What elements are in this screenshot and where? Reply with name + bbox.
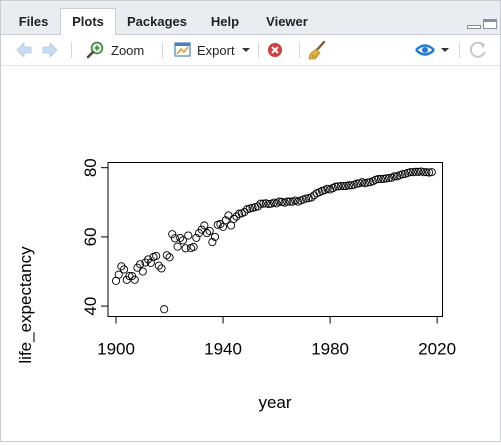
tab-files[interactable]: Files (7, 8, 60, 34)
x-axis: 1900 1940 1980 2020 (97, 316, 456, 359)
data-point (173, 242, 182, 251)
toolbar-separator (162, 42, 163, 58)
maximize-icon[interactable] (483, 19, 497, 30)
forward-arrow-icon[interactable] (39, 39, 61, 61)
tab-help[interactable]: Help (198, 8, 252, 34)
y-axis: 40 60 80 (81, 158, 109, 316)
y-tick-label: 40 (81, 297, 100, 316)
data-point (184, 231, 193, 240)
zoom-icon (86, 41, 104, 59)
x-tick-label: 1980 (311, 340, 349, 359)
plot-frame (107, 162, 443, 317)
plots-pane: Files Plots Packages Help Viewer Zoom Ex… (0, 0, 501, 442)
zoom-button[interactable]: Zoom (85, 39, 144, 61)
y-axis-label: life_expectancy (16, 246, 35, 364)
x-tick-label: 2020 (418, 340, 456, 359)
y-tick-label: 60 (81, 227, 100, 246)
data-point (117, 262, 126, 271)
scatter-chart: 1900 1940 1980 2020 40 60 80 year life_expect… (16, 158, 456, 412)
publish-button[interactable] (413, 39, 449, 61)
minimize-icon[interactable] (467, 19, 481, 29)
tab-viewer[interactable]: Viewer (252, 8, 322, 34)
x-axis-label: year (258, 393, 291, 412)
remove-plot-icon[interactable] (265, 39, 285, 61)
plots-toolbar: Zoom Export (1, 35, 500, 66)
pane-tabbar: Files Plots Packages Help Viewer (1, 1, 500, 35)
data-point (120, 265, 129, 274)
chevron-down-icon (241, 48, 250, 52)
toolbar-separator (71, 42, 72, 58)
data-point (160, 305, 169, 314)
data-point (138, 267, 147, 276)
chevron-down-icon (441, 48, 449, 52)
plot-canvas: 1900 1940 1980 2020 40 60 80 year life_expect… (1, 66, 500, 441)
toolbar-separator (299, 42, 300, 58)
data-point (227, 221, 236, 230)
y-tick-label: 80 (81, 158, 100, 177)
data-point (189, 242, 198, 251)
zoom-label: Zoom (111, 42, 145, 58)
toolbar-separator (258, 42, 259, 58)
x-tick-label: 1940 (204, 340, 242, 359)
data-point (168, 230, 177, 239)
toolbar-separator (459, 42, 460, 58)
refresh-icon[interactable] (467, 39, 489, 61)
broom-icon[interactable] (307, 39, 329, 61)
export-icon (174, 42, 191, 57)
export-label: Export (197, 42, 235, 58)
data-point (200, 221, 209, 230)
publish-icon (415, 44, 435, 56)
export-button[interactable]: Export (173, 39, 250, 61)
tab-plots[interactable]: Plots (60, 8, 116, 35)
data-points (111, 167, 436, 314)
data-point (152, 251, 161, 260)
x-tick-label: 1900 (97, 340, 135, 359)
back-arrow-icon[interactable] (13, 39, 35, 61)
tab-packages[interactable]: Packages (116, 8, 198, 34)
